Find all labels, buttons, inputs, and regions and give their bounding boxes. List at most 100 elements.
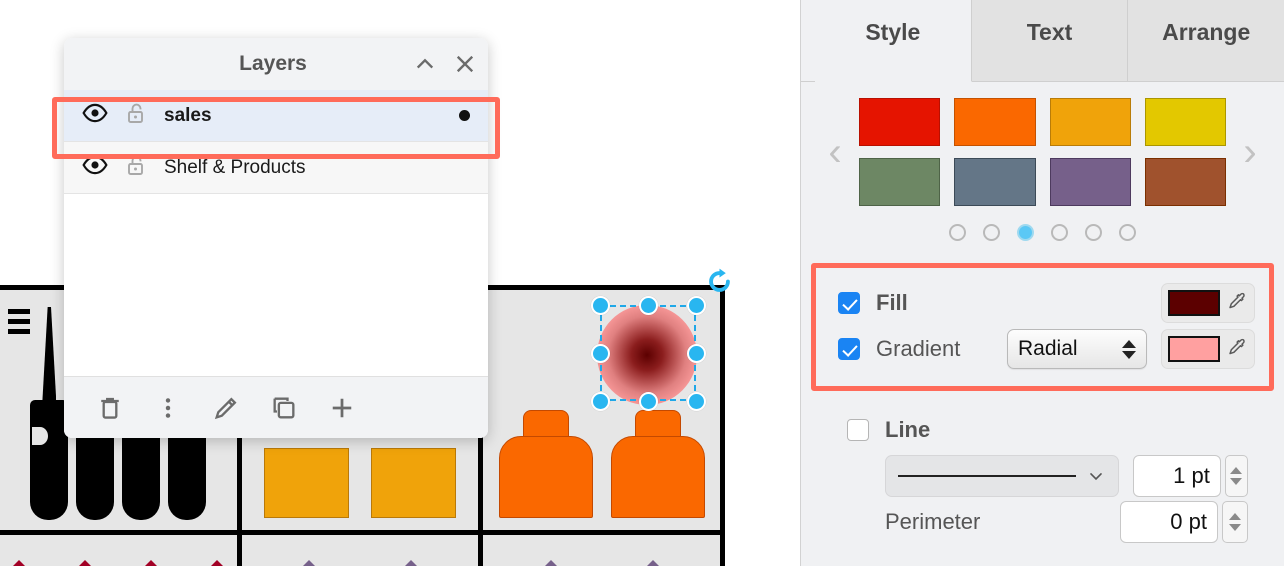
perimeter-row[interactable]: Perimeter 0 pt [847,499,1248,545]
fill-row[interactable]: Fill [838,280,1255,326]
purple-peak[interactable] [524,560,577,566]
close-icon[interactable] [448,47,482,81]
line-row[interactable]: Line [847,407,1248,453]
plus-icon[interactable] [324,390,360,426]
app-root: Layers sales Shelf & Products Style Text… [0,0,1284,566]
purple-peak[interactable] [384,560,437,566]
palette-page-6[interactable] [1119,224,1136,241]
cell-dark-red-peaks[interactable] [0,535,237,566]
color-swatch-red[interactable] [859,98,941,146]
chevron-right-icon[interactable]: › [1230,122,1270,182]
eyedropper-icon[interactable] [1226,336,1248,363]
layers-list[interactable]: sales Shelf & Products [64,90,488,376]
purple-peak[interactable] [626,560,679,566]
tab-arrange-label: Arrange [1162,19,1251,45]
fill-color-well[interactable] [1161,283,1255,323]
layers-panel-title: Layers [239,52,307,75]
resize-handle-sw[interactable] [591,392,610,411]
gradient-color-well[interactable] [1161,329,1255,369]
fill-gradient-section[interactable]: Fill Gradient Radial [811,263,1274,391]
perimeter-input[interactable]: 0 pt [1120,501,1218,543]
format-tabs[interactable]: Style Text Arrange [801,0,1284,82]
palette-page-2[interactable] [983,224,1000,241]
perimeter-stepper[interactable] [1222,501,1248,543]
dark-red-peak[interactable] [0,560,46,566]
selection-bounds [600,305,696,401]
gradient-color-chip[interactable] [1168,336,1220,362]
eyedropper-icon[interactable] [1226,290,1248,317]
resize-handle-nw[interactable] [591,296,610,315]
gradient-type-value: Radial [1018,337,1078,360]
eye-icon[interactable] [82,152,108,183]
dark-red-peak[interactable] [191,560,237,566]
color-palette[interactable]: ‹ › [801,82,1284,206]
amber-box[interactable] [370,448,456,518]
line-section[interactable]: Line 1 pt Perimeter 0 pt [801,391,1284,545]
format-panel[interactable]: Style Text Arrange ‹ › Fill Gradient Rad… [800,0,1284,566]
resize-handle-e[interactable] [687,344,706,363]
color-swatch-grid[interactable] [855,98,1230,206]
cell-purple-peaks-2[interactable] [483,535,720,566]
palette-page-1[interactable] [949,224,966,241]
resize-handle-ne[interactable] [687,296,706,315]
unlock-icon[interactable] [124,153,148,182]
line-width-stepper[interactable] [1224,455,1248,497]
tab-arrange[interactable]: Arrange [1128,0,1284,82]
layer-name: sales [164,104,212,126]
line-style-dropdown[interactable] [885,455,1120,497]
layer-row-sales[interactable]: sales [64,90,488,142]
gradient-row[interactable]: Gradient Radial [838,326,1255,372]
color-swatch-green[interactable] [859,158,941,206]
cell-purple-peaks-1[interactable] [241,535,479,566]
duplicate-icon[interactable] [266,390,302,426]
resize-handle-se[interactable] [687,392,706,411]
color-swatch-brown[interactable] [1144,158,1226,206]
color-swatch-amber[interactable] [1049,98,1131,146]
palette-page-5[interactable] [1085,224,1102,241]
chevron-left-icon[interactable]: ‹ [815,122,855,182]
orange-jar[interactable] [498,410,593,518]
purple-peak[interactable] [282,560,335,566]
color-swatch-orange[interactable] [954,98,1036,146]
line-width-input[interactable]: 1 pt [1133,455,1221,497]
pencil-icon[interactable] [208,390,244,426]
color-swatch-purple[interactable] [1049,158,1131,206]
dark-red-peak[interactable] [59,560,112,566]
chevron-up-icon[interactable] [408,47,442,81]
tab-text[interactable]: Text [971,0,1129,82]
rotate-icon[interactable] [706,268,733,295]
layers-panel[interactable]: Layers sales Shelf & Products [64,38,488,438]
amber-box[interactable] [263,448,349,518]
tab-text-label: Text [1026,19,1073,45]
resize-handle-s[interactable] [639,392,658,411]
layer-name: Shelf & Products [164,156,306,178]
palette-page-4[interactable] [1051,224,1068,241]
fill-checkbox[interactable] [838,292,860,314]
dark-red-peak[interactable] [125,560,178,566]
color-swatch-yellow[interactable] [1144,98,1226,146]
trash-icon[interactable] [92,390,128,426]
gradient-type-select[interactable]: Radial [1007,329,1147,369]
eye-icon[interactable] [82,100,108,131]
gradient-checkbox[interactable] [838,338,860,360]
line-checkbox[interactable] [847,419,869,441]
palette-page-3[interactable] [1017,224,1034,241]
palette-pagination[interactable] [801,224,1284,241]
layers-toolbar[interactable] [64,376,488,438]
orange-jar[interactable] [610,410,705,518]
black-bottle[interactable] [8,307,69,520]
fill-color-chip[interactable] [1168,290,1220,316]
bottle-neck [42,307,57,402]
bottle-stripes-icon [8,309,31,339]
resize-handle-n[interactable] [639,296,658,315]
resize-handle-w[interactable] [591,344,610,363]
tabs-left-edge [801,0,815,82]
layer-row-shelf-products[interactable]: Shelf & Products [64,142,488,194]
jar-body [610,436,705,518]
color-swatch-steel-blue[interactable] [954,158,1036,206]
unlock-icon[interactable] [124,101,148,130]
line-style-row[interactable]: 1 pt [847,453,1248,499]
more-vertical-icon[interactable] [150,390,186,426]
solid-line-preview [898,475,1077,477]
tab-style[interactable]: Style [815,0,972,82]
